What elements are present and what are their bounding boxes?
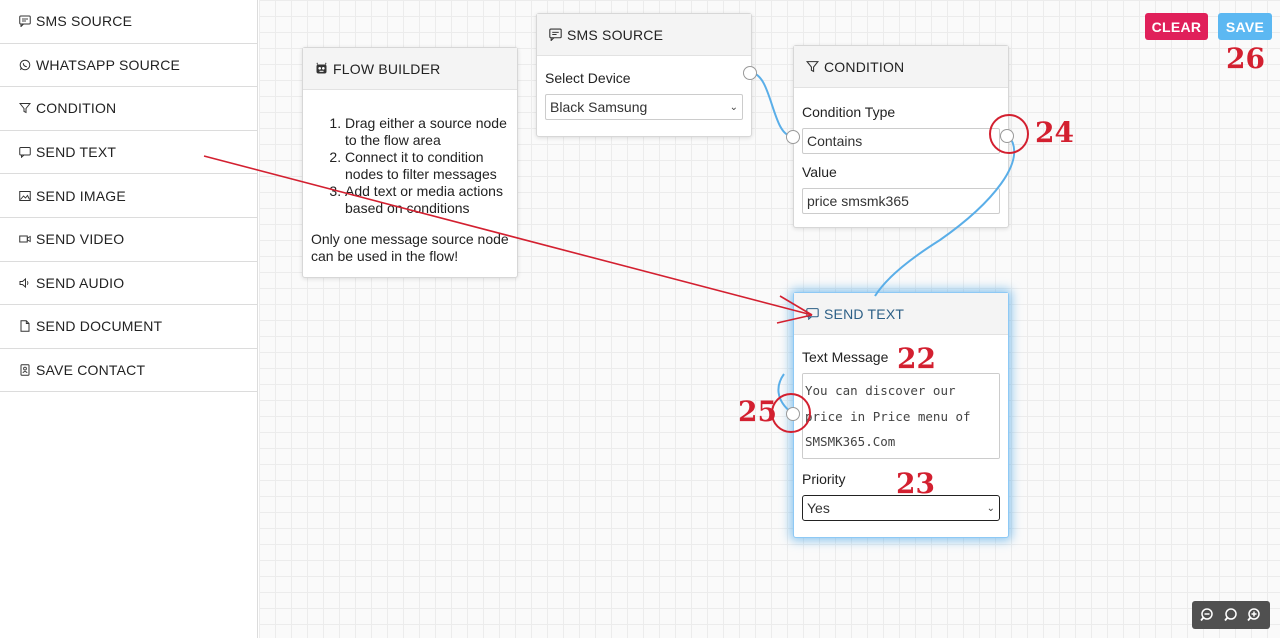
condition-type-label: Condition Type: [802, 104, 896, 120]
sidebar-item-label: WHATSAPP SOURCE: [36, 56, 181, 73]
instruction-list: Drag either a source node to the flow ar…: [311, 115, 509, 217]
sms-source-node[interactable]: SMS SOURCE Select Device Black Samsung ⌄: [536, 13, 757, 137]
zoom-in-icon[interactable]: [1245, 606, 1263, 624]
annotation-circle-send-text-handle: [771, 393, 811, 433]
save-button[interactable]: SAVE: [1218, 13, 1272, 40]
chevron-down-icon: ⌄: [729, 101, 738, 113]
sidebar-item-whatsapp-source[interactable]: WHATSAPP SOURCE: [0, 44, 257, 88]
sidebar-item-label: SAVE CONTACT: [36, 362, 146, 379]
message-icon: [18, 145, 32, 159]
filter-icon: [18, 101, 32, 115]
video-icon: [18, 232, 32, 246]
robot-icon: [313, 61, 329, 77]
sidebar-item-send-document[interactable]: SEND DOCUMENT: [0, 305, 257, 349]
sms-source-output-handle[interactable]: [743, 66, 757, 80]
condition-body: Condition Type Contains Value price smsm…: [794, 88, 1008, 222]
send-text-header[interactable]: SEND TEXT: [794, 293, 1008, 335]
speaker-icon: [18, 276, 32, 290]
sidebar-item-send-text[interactable]: SEND TEXT: [0, 131, 257, 175]
priority-select-value: Yes: [807, 500, 830, 516]
annotation-circle-condition-handle: [989, 114, 1029, 154]
annotation-label: 26: [1226, 42, 1265, 75]
sidebar-item-send-video[interactable]: SEND VIDEO: [0, 218, 257, 262]
zoom-out-icon[interactable]: [1199, 606, 1217, 624]
device-select[interactable]: Black Samsung ⌄: [545, 94, 743, 120]
annotation-label: 22: [897, 342, 936, 375]
flow-builder-body: Drag either a source node to the flow ar…: [303, 90, 517, 273]
sidebar-item-send-image[interactable]: SEND IMAGE: [0, 174, 257, 218]
condition-value-label: Value: [802, 164, 837, 180]
sidebar-item-save-contact[interactable]: SAVE CONTACT: [0, 349, 257, 393]
flow-builder-header: FLOW BUILDER: [303, 48, 517, 90]
condition-header[interactable]: CONDITION: [794, 46, 1008, 88]
chat-icon: [18, 14, 32, 28]
document-icon: [18, 319, 32, 333]
instruction-note: Only one message source node can be used…: [311, 231, 509, 264]
sidebar-item-label: SEND AUDIO: [36, 274, 125, 291]
sidebar-item-condition[interactable]: CONDITION: [0, 87, 257, 131]
annotation-label: 24: [1035, 116, 1074, 149]
condition-type-value: Contains: [807, 133, 863, 149]
condition-value-input[interactable]: price smsmk365: [802, 188, 1000, 214]
condition-node[interactable]: CONDITION Condition Type Contains Value …: [786, 45, 1014, 228]
sidebar-item-label: SEND VIDEO: [36, 231, 125, 248]
zoom-controls: [1192, 601, 1270, 629]
instruction-step: Drag either a source node to the flow ar…: [345, 115, 509, 149]
image-icon: [18, 189, 32, 203]
filter-icon: [804, 59, 820, 75]
sidebar-item-label: SEND IMAGE: [36, 187, 126, 204]
flow-builder-info-card: FLOW BUILDER Drag either a source node t…: [302, 47, 518, 278]
flow-builder-app: SMS SOURCE WHATSAPP SOURCE CONDITION SEN…: [0, 0, 1280, 638]
sidebar-item-label: SMS SOURCE: [36, 13, 133, 30]
instruction-step: Add text or media actions based on condi…: [345, 183, 509, 217]
instruction-step: Connect it to condition nodes to filter …: [345, 149, 509, 183]
annotation-label: 25: [738, 395, 777, 428]
clear-button[interactable]: CLEAR: [1145, 13, 1208, 40]
flow-builder-title: FLOW BUILDER: [333, 60, 441, 77]
sidebar-item-label: CONDITION: [36, 100, 117, 117]
send-text-title: SEND TEXT: [824, 305, 905, 322]
sms-source-title: SMS SOURCE: [567, 26, 664, 43]
condition-value-text: price smsmk365: [807, 193, 909, 209]
text-message-input[interactable]: You can discover our price in Price menu…: [802, 373, 1000, 459]
condition-input-handle[interactable]: [786, 130, 800, 144]
sidebar-item-sms-source[interactable]: SMS SOURCE: [0, 0, 257, 44]
device-select-value: Black Samsung: [550, 99, 648, 115]
node-palette-sidebar: SMS SOURCE WHATSAPP SOURCE CONDITION SEN…: [0, 0, 258, 638]
chat-icon: [547, 27, 563, 43]
sidebar-item-label: SEND DOCUMENT: [36, 318, 163, 335]
sms-source-body: Select Device Black Samsung ⌄: [537, 56, 751, 128]
sidebar-item-send-audio[interactable]: SEND AUDIO: [0, 262, 257, 306]
annotation-label: 23: [896, 467, 935, 500]
device-label: Select Device: [545, 70, 631, 86]
whatsapp-icon: [18, 58, 32, 72]
chevron-down-icon: ⌄: [986, 502, 995, 514]
message-icon: [804, 306, 820, 322]
contact-icon: [18, 363, 32, 377]
condition-title: CONDITION: [824, 58, 905, 75]
send-text-node[interactable]: SEND TEXT Text Message You can discover …: [786, 292, 1009, 538]
zoom-reset-icon[interactable]: [1222, 606, 1240, 624]
sidebar-item-label: SEND TEXT: [36, 144, 117, 161]
condition-type-select[interactable]: Contains: [802, 128, 1000, 154]
sms-source-header[interactable]: SMS SOURCE: [537, 14, 751, 56]
